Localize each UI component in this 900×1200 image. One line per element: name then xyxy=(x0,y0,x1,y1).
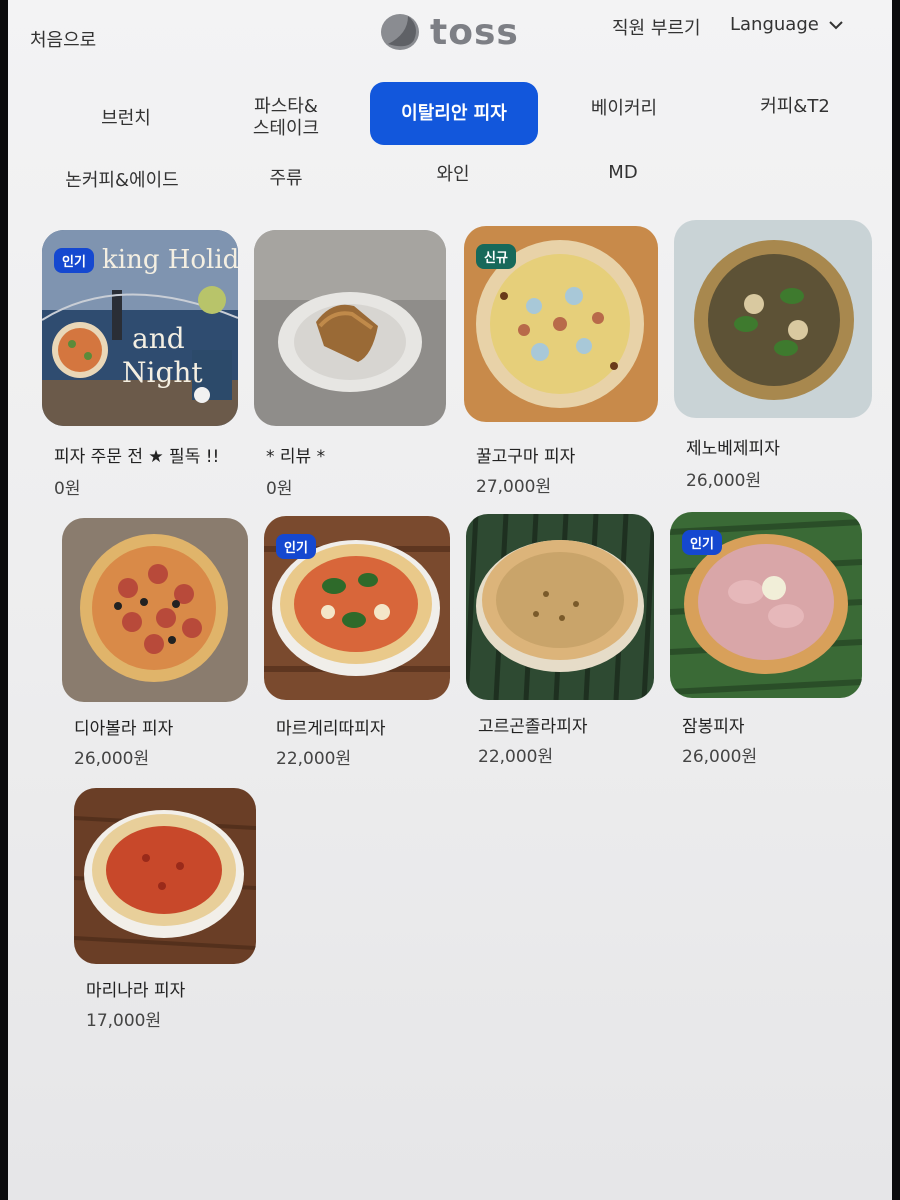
tab-wine[interactable]: 와인 xyxy=(418,164,488,186)
badge-popular: 인기 xyxy=(276,534,316,559)
promo-text-line3: Night xyxy=(122,356,203,389)
product-card[interactable]: king Holiday and Night 인기 피자 주문 전 ★ 필독 !… xyxy=(42,230,242,500)
product-price: 26,000원 xyxy=(682,747,758,767)
product-name: 잠봉피자 xyxy=(682,717,745,737)
product-name: 디아볼라 피자 xyxy=(74,719,174,739)
kiosk-screen: 처음으로 toss 직원 부르기 Language 브런치 파스타& 스테이크 … xyxy=(8,0,892,1200)
product-name: 마르게리따피자 xyxy=(276,719,386,739)
product-name: * 리뷰 * xyxy=(266,447,326,467)
product-price: 0원 xyxy=(266,479,293,499)
promo-text-line2: and xyxy=(132,322,185,355)
badge-popular: 인기 xyxy=(54,248,94,273)
product-image-holiday-night-promo: king Holiday and Night 인기 xyxy=(42,230,238,426)
product-price: 17,000원 xyxy=(86,1011,162,1031)
product-image-margherita-pizza: 인기 xyxy=(264,516,450,700)
tab-italian-pizza[interactable]: 이탈리안 피자 xyxy=(370,82,538,145)
product-price: 0원 xyxy=(54,479,81,499)
product-card[interactable]: 고르곤졸라피자 22,000원 xyxy=(466,514,666,774)
product-card[interactable]: 디아볼라 피자 26,000원 xyxy=(62,518,262,778)
tab-italian-pizza-label: 이탈리안 피자 xyxy=(401,102,507,124)
tab-liquor[interactable]: 주류 xyxy=(246,168,326,190)
tab-noncoffee-ade[interactable]: 논커피&에이드 xyxy=(52,170,192,192)
product-price: 26,000원 xyxy=(74,749,150,769)
product-image-diavola-pizza xyxy=(62,518,248,702)
product-name: 꿀고구마 피자 xyxy=(476,447,576,467)
product-image-genovese-pizza xyxy=(674,220,872,418)
product-image-gorgonzola-pizza xyxy=(466,514,654,700)
product-price: 22,000원 xyxy=(478,747,554,767)
language-selector[interactable]: Language xyxy=(730,14,843,35)
product-card[interactable]: 신규 꿀고구마 피자 27,000원 xyxy=(464,226,664,497)
product-card[interactable]: 인기 마르게리따피자 22,000원 xyxy=(264,516,464,776)
product-name: 마리나라 피자 xyxy=(86,981,186,1001)
product-name: 고르곤졸라피자 xyxy=(478,717,588,737)
toss-logo-icon xyxy=(378,10,424,54)
top-bar: 처음으로 toss 직원 부르기 Language xyxy=(8,0,892,70)
chevron-down-icon xyxy=(829,14,843,35)
promo-text-line1: king Holiday xyxy=(102,245,238,275)
tab-brunch[interactable]: 브런치 xyxy=(76,108,176,130)
product-name: 피자 주문 전 ★ 필독 !! xyxy=(54,447,220,467)
product-image-pound-cake-on-plate xyxy=(254,230,446,426)
toss-logo-text: toss xyxy=(430,11,519,53)
product-price: 26,000원 xyxy=(686,471,762,491)
product-card[interactable]: * 리뷰 * 0원 xyxy=(254,230,454,500)
language-label: Language xyxy=(730,14,819,35)
product-price: 22,000원 xyxy=(276,749,352,769)
tab-bakery[interactable]: 베이커리 xyxy=(574,98,674,120)
product-price: 27,000원 xyxy=(476,477,552,497)
tab-coffee-t2[interactable]: 커피&T2 xyxy=(740,96,850,118)
product-card[interactable]: 제노베제피자 26,000원 xyxy=(674,220,884,491)
tab-pasta-steak[interactable]: 파스타& 스테이크 xyxy=(236,96,336,140)
product-image-jambon-pizza: 인기 xyxy=(670,512,862,698)
tab-md[interactable]: MD xyxy=(588,162,658,184)
call-staff-button[interactable]: 직원 부르기 xyxy=(612,14,701,40)
product-image-marinara-pizza xyxy=(74,788,256,964)
badge-popular: 인기 xyxy=(682,530,722,555)
product-image-sweet-potato-pizza: 신규 xyxy=(464,226,658,422)
product-card[interactable]: 마리나라 피자 17,000원 xyxy=(74,788,274,1048)
product-name: 제노베제피자 xyxy=(686,439,780,459)
product-card[interactable]: 인기 잠봉피자 26,000원 xyxy=(670,512,880,772)
toss-logo: toss xyxy=(378,10,519,54)
home-button[interactable]: 처음으로 xyxy=(30,26,96,52)
badge-new: 신규 xyxy=(476,244,516,269)
